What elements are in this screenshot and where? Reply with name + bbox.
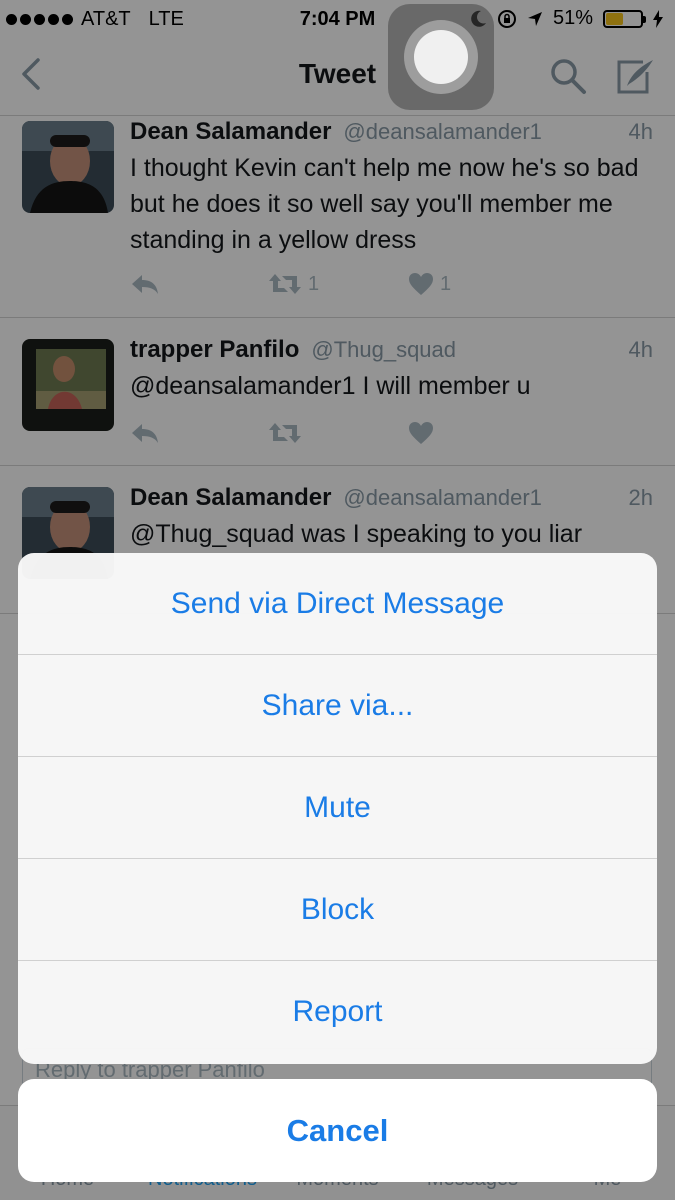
share-via-button[interactable]: Share via... — [18, 655, 657, 757]
send-via-direct-message-button[interactable]: Send via Direct Message — [18, 553, 657, 655]
mute-button[interactable]: Mute — [18, 757, 657, 859]
action-sheet: Send via Direct Message Share via... Mut… — [18, 553, 657, 1064]
block-button[interactable]: Block — [18, 859, 657, 961]
assistive-touch-center — [414, 30, 468, 84]
assistive-touch-button[interactable] — [388, 4, 494, 110]
report-button[interactable]: Report — [18, 961, 657, 1063]
cancel-button[interactable]: Cancel — [18, 1079, 657, 1182]
